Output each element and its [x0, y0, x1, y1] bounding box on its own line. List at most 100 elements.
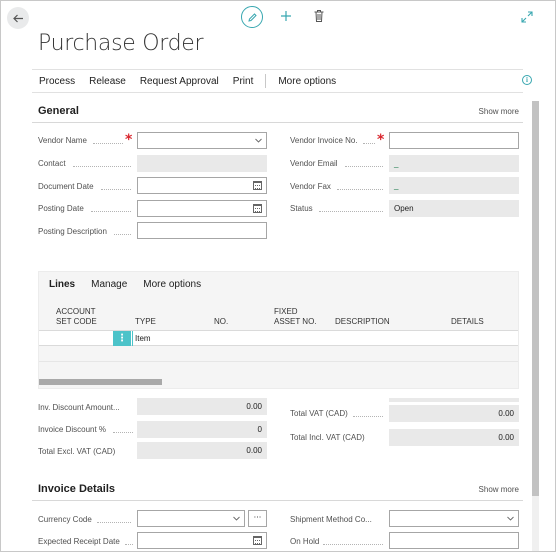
calendar-icon[interactable] [253, 204, 262, 213]
status-field: Open [389, 200, 519, 217]
action-bar: Process Release Request Approval Print M… [32, 69, 523, 93]
expand-icon[interactable] [521, 11, 533, 23]
document-date-input[interactable] [137, 177, 267, 194]
inv-discount-amount-field[interactable]: 0.00 [137, 398, 267, 415]
chevron-down-icon [255, 138, 262, 143]
action-print[interactable]: Print [226, 76, 261, 87]
total-incl-vat-label: Total Incl. VAT (CAD) [290, 433, 365, 442]
totals-right-top-strip [389, 398, 519, 402]
row-type-value[interactable]: Item [135, 334, 151, 343]
vendor-email-field[interactable]: _ [389, 155, 519, 172]
invoice-discount-pct-label: Invoice Discount % [38, 425, 107, 434]
row-menu-button[interactable]: ⋮ [113, 331, 131, 346]
trash-icon[interactable] [313, 9, 325, 23]
action-divider [265, 74, 267, 88]
on-hold-input[interactable] [389, 532, 519, 549]
total-vat-dots [353, 416, 383, 417]
expected-receipt-date-input[interactable] [137, 532, 267, 549]
posting-date-dots [91, 211, 131, 212]
edit-button[interactable] [241, 6, 263, 28]
vendor-invoice-required: * [377, 132, 385, 148]
document-date-label: Document Date [38, 182, 94, 191]
lines-part: Lines Manage More options ACCOUNT SET CO… [38, 271, 519, 389]
invoice-discount-pct-field[interactable]: 0 [137, 421, 267, 438]
vendor-invoice-label: Vendor Invoice No. [290, 136, 358, 145]
col-account-label-1: ACCOUNT [56, 307, 96, 316]
col-account-set-code[interactable]: ACCOUNT SET CODE [56, 307, 97, 327]
action-release[interactable]: Release [82, 76, 133, 87]
lines-action-bar: Lines Manage More options [39, 272, 518, 296]
currency-code-lookup-button[interactable]: ··· [248, 510, 267, 527]
page-title: Purchase Order [38, 31, 204, 56]
posting-date-input[interactable] [137, 200, 267, 217]
plus-icon[interactable] [279, 9, 293, 23]
vendor-fax-field[interactable]: _ [389, 177, 519, 194]
general-heading: General [38, 105, 79, 117]
horizontal-scrollbar[interactable] [39, 379, 162, 385]
on-hold-dots [323, 544, 383, 545]
total-incl-vat-field: 0.00 [389, 429, 519, 446]
expected-receipt-label: Expected Receipt Date [38, 537, 120, 546]
info-icon[interactable]: i [522, 75, 532, 85]
posting-description-input[interactable] [137, 222, 267, 239]
vertical-scrollbar-thumb[interactable] [532, 101, 539, 496]
col-fixed-label-1: FIXED [274, 307, 298, 316]
general-section-header: General Show more [32, 101, 523, 123]
calendar-icon[interactable] [253, 181, 262, 190]
vendor-email-label: Vendor Email [290, 159, 338, 168]
row-focus-border [132, 331, 133, 346]
vendor-fax-label: Vendor Fax [290, 182, 331, 191]
currency-code-select[interactable] [137, 510, 245, 527]
document-date-dots [101, 189, 131, 190]
col-account-label-2: SET CODE [56, 317, 97, 326]
invoice-details-heading: Invoice Details [38, 483, 116, 495]
shipment-method-label: Shipment Method Co... [290, 515, 372, 524]
col-fixed-asset-no[interactable]: FIXED ASSET NO. [274, 307, 317, 327]
total-vat-field: 0.00 [389, 405, 519, 422]
col-fixed-label-2: ASSET NO. [274, 317, 317, 326]
vendor-name-required: * [125, 132, 133, 148]
inv-discount-amount-label: Inv. Discount Amount... [38, 403, 120, 412]
back-button[interactable] [7, 7, 29, 29]
action-more-options[interactable]: More options [271, 76, 343, 87]
edit-pencil-icon [247, 12, 257, 22]
table-row-empty[interactable] [39, 346, 518, 362]
invoice-discount-dots [113, 432, 133, 433]
col-description[interactable]: DESCRIPTION [335, 317, 390, 327]
general-show-more[interactable]: Show more [479, 107, 519, 116]
table-row[interactable]: ⋮ Item [39, 330, 518, 346]
vendor-email-dots [345, 166, 383, 167]
invoice-details-section-header: Invoice Details Show more [32, 479, 523, 501]
invoice-details-show-more[interactable]: Show more [479, 485, 519, 494]
chevron-down-icon [233, 516, 240, 521]
chevron-down-icon [507, 516, 514, 521]
total-vat-label: Total VAT (CAD) [290, 409, 348, 418]
total-excl-vat-field: 0.00 [137, 442, 267, 459]
action-request-approval[interactable]: Request Approval [133, 76, 226, 87]
calendar-icon[interactable] [253, 536, 262, 545]
on-hold-label: On Hold [290, 537, 320, 546]
purchase-order-card: Purchase Order Process Release Request A… [0, 0, 556, 552]
expected-receipt-dots [125, 544, 133, 545]
total-excl-vat-label: Total Excl. VAT (CAD) [38, 447, 116, 456]
vendor-invoice-input[interactable] [389, 132, 519, 149]
posting-description-dots [114, 234, 131, 235]
currency-code-label: Currency Code [38, 515, 92, 524]
posting-description-label: Posting Description [38, 227, 107, 236]
vendor-name-label: Vendor Name [38, 136, 87, 145]
tab-lines[interactable]: Lines [39, 279, 83, 290]
tab-more-options[interactable]: More options [135, 279, 209, 290]
col-no[interactable]: NO. [214, 317, 228, 327]
action-process[interactable]: Process [32, 76, 82, 87]
contact-field[interactable] [137, 155, 267, 172]
shipment-method-select[interactable] [389, 510, 519, 527]
col-type[interactable]: TYPE [135, 317, 156, 327]
contact-label: Contact [38, 159, 66, 168]
posting-date-label: Posting Date [38, 204, 84, 213]
tab-manage[interactable]: Manage [83, 279, 135, 290]
status-label: Status [290, 204, 313, 213]
col-details[interactable]: DETAILS [451, 317, 484, 327]
vertical-scrollbar-track[interactable] [532, 496, 539, 551]
vendor-name-input[interactable] [137, 132, 267, 149]
status-dots [319, 211, 383, 212]
